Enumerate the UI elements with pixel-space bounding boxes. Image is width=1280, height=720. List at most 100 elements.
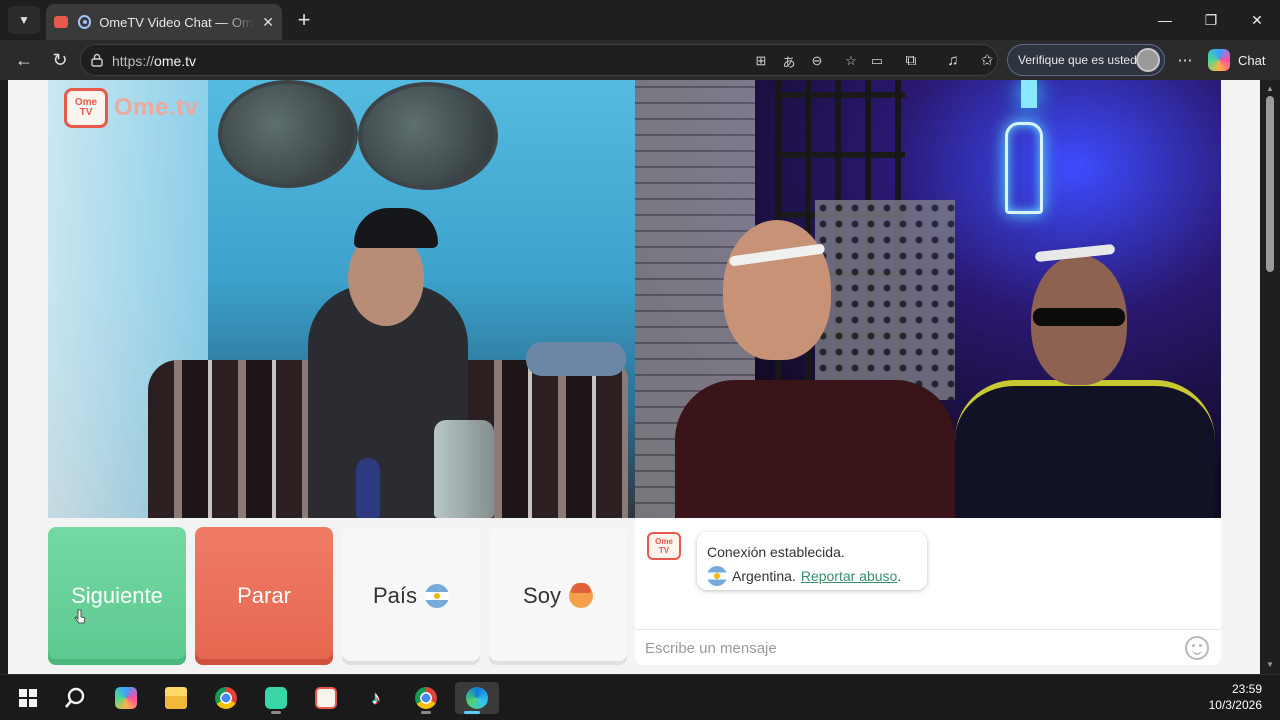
chat-panel: Ome TV Conexión establecida. Argentina. … bbox=[635, 518, 1221, 666]
system-clock[interactable]: 23:59 10/3/2026 bbox=[1209, 681, 1262, 713]
back-button[interactable]: ← bbox=[10, 46, 38, 74]
connection-message: Conexión establecida. bbox=[707, 544, 845, 560]
person-left-shirt bbox=[675, 380, 955, 518]
copilot-icon bbox=[115, 687, 137, 709]
tab-actions-menu-button[interactable]: ▼ bbox=[8, 6, 40, 34]
scroll-down-icon[interactable]: ▼ bbox=[1266, 660, 1276, 669]
address-bar[interactable]: https://ome.tv ⊞ あ ⊖ ☆ ▭ bbox=[80, 44, 998, 76]
scroll-thumb[interactable] bbox=[1266, 96, 1274, 272]
country-line: Argentina. Reportar abuso. bbox=[707, 564, 917, 588]
ometv-tv-icon: Ome TV bbox=[64, 88, 108, 128]
browser-titlebar: ▼ OmeTV Video Chat — Omegle ✕ + — ❐ ✕ bbox=[0, 0, 1280, 40]
tiktok-icon: ♪ bbox=[371, 687, 381, 708]
more-tools-icon[interactable]: ⊖ bbox=[807, 51, 827, 71]
restore-button[interactable]: ❐ bbox=[1188, 0, 1234, 40]
taskbar-tiktok[interactable]: ♪ bbox=[359, 682, 393, 714]
pillow bbox=[526, 342, 626, 376]
copilot-chat-button[interactable]: Chat bbox=[1208, 48, 1265, 72]
arrow-left-icon: ← bbox=[15, 49, 33, 70]
lock-icon bbox=[91, 53, 103, 67]
report-period: . bbox=[897, 568, 902, 584]
folder-icon bbox=[165, 687, 187, 709]
ometv-app-icon bbox=[315, 687, 337, 709]
can bbox=[356, 458, 380, 518]
chat-message-input[interactable] bbox=[645, 630, 1165, 666]
stop-button[interactable]: Parar bbox=[195, 527, 333, 665]
ometv-logo: Ome TV Ome.tv bbox=[64, 88, 198, 128]
url-scheme: https:// bbox=[112, 53, 155, 69]
sunglasses bbox=[1033, 308, 1125, 326]
chat-input-bar bbox=[635, 629, 1221, 666]
mouse-pointer-icon bbox=[74, 609, 86, 624]
running-indicator bbox=[421, 711, 431, 714]
refresh-button[interactable]: ↻ bbox=[46, 46, 74, 74]
media-control-icon[interactable]: ♫ bbox=[942, 49, 964, 71]
camera-in-use-icon[interactable]: ▭ bbox=[867, 51, 887, 71]
stop-button-label: Parar bbox=[237, 583, 291, 608]
browser-toolbar: ← ↻ https://ome.tv ⊞ あ ⊖ ☆ ▭ ⧉ ♫ ✩ Verif… bbox=[0, 40, 1280, 80]
start-button[interactable] bbox=[11, 682, 45, 714]
extensions-icon[interactable]: ⧉ bbox=[900, 49, 922, 71]
stranger-country: Argentina. bbox=[732, 568, 796, 584]
person-left-head bbox=[723, 220, 831, 360]
argentina-flag-icon bbox=[707, 566, 727, 586]
taskbar-green-app[interactable] bbox=[259, 682, 293, 714]
taskbar-chrome[interactable] bbox=[209, 682, 243, 714]
taskbar-chrome-profile[interactable] bbox=[409, 682, 443, 714]
bottle bbox=[434, 420, 494, 518]
system-message: Conexión establecida. Argentina. Reporta… bbox=[697, 532, 927, 590]
taskbar-ometv[interactable] bbox=[309, 682, 343, 714]
report-abuse-link[interactable]: Reportar abuso bbox=[801, 564, 898, 588]
url-host: ome.tv bbox=[154, 53, 197, 69]
favorites-icon[interactable]: ✩ bbox=[976, 49, 998, 71]
taskbar-file-explorer[interactable] bbox=[159, 682, 193, 714]
neon-light bbox=[1021, 80, 1037, 108]
running-indicator bbox=[464, 711, 480, 714]
search-icon bbox=[65, 687, 85, 708]
emoji-icon[interactable] bbox=[1185, 636, 1209, 660]
scroll-up-icon[interactable]: ▲ bbox=[1266, 84, 1276, 93]
search-button[interactable] bbox=[58, 682, 92, 714]
tab-ometv[interactable]: OmeTV Video Chat — Omegle ✕ bbox=[46, 4, 282, 40]
person-right-jersey bbox=[955, 380, 1215, 518]
person-emoji-icon bbox=[568, 583, 593, 608]
translate-icon[interactable]: あ bbox=[779, 51, 799, 71]
round-mirror-left bbox=[218, 80, 358, 188]
logo-tv-bottom: TV bbox=[79, 107, 93, 118]
app-available-icon[interactable]: ⊞ bbox=[751, 51, 771, 71]
close-window-button[interactable]: ✕ bbox=[1234, 0, 1280, 40]
chrome-profile-icon bbox=[415, 687, 437, 709]
next-button[interactable]: Siguiente bbox=[48, 527, 186, 665]
tab-title: OmeTV Video Chat — Omegle bbox=[99, 14, 254, 30]
new-tab-button[interactable]: + bbox=[290, 6, 318, 34]
clock-date: 10/3/2026 bbox=[1208, 698, 1262, 712]
gender-select-button[interactable]: Soy bbox=[489, 527, 627, 665]
profile-label: Verifique que es usted bbox=[1018, 53, 1137, 67]
taskbar-edge[interactable] bbox=[455, 682, 499, 714]
more-menu-icon[interactable]: ⋯ bbox=[1174, 49, 1196, 71]
gender-button-label: Soy bbox=[523, 583, 561, 608]
taskbar-copilot[interactable] bbox=[109, 682, 143, 714]
refresh-icon: ↻ bbox=[52, 49, 68, 70]
round-mirror-right bbox=[358, 82, 498, 190]
page-scrollbar[interactable]: ▲ ▼ bbox=[1262, 80, 1280, 674]
logo-text: Ome.tv bbox=[114, 94, 199, 121]
profile-button[interactable]: Verifique que es usted bbox=[1007, 44, 1165, 76]
country-filter-button[interactable]: País bbox=[342, 527, 480, 665]
favorite-star-icon[interactable]: ☆ bbox=[841, 51, 861, 71]
clock-time: 23:59 bbox=[1231, 682, 1262, 696]
cap bbox=[354, 208, 438, 248]
chevron-down-icon: ▼ bbox=[18, 13, 30, 27]
next-button-label: Siguiente bbox=[71, 583, 163, 608]
neon-sign bbox=[1005, 122, 1043, 214]
copilot-label: Chat bbox=[1238, 52, 1266, 68]
tab-close-icon[interactable]: ✕ bbox=[262, 14, 274, 31]
edge-icon bbox=[466, 687, 488, 709]
chat-logo-bottom: TV bbox=[658, 546, 670, 555]
copilot-icon bbox=[1208, 49, 1230, 71]
url-text: https://ome.tv bbox=[112, 53, 196, 69]
minimize-button[interactable]: — bbox=[1142, 0, 1188, 40]
ometv-chat-icon: Ome TV bbox=[647, 532, 681, 560]
remote-video bbox=[635, 80, 1221, 518]
local-video: Ome TV Ome.tv bbox=[48, 80, 635, 518]
